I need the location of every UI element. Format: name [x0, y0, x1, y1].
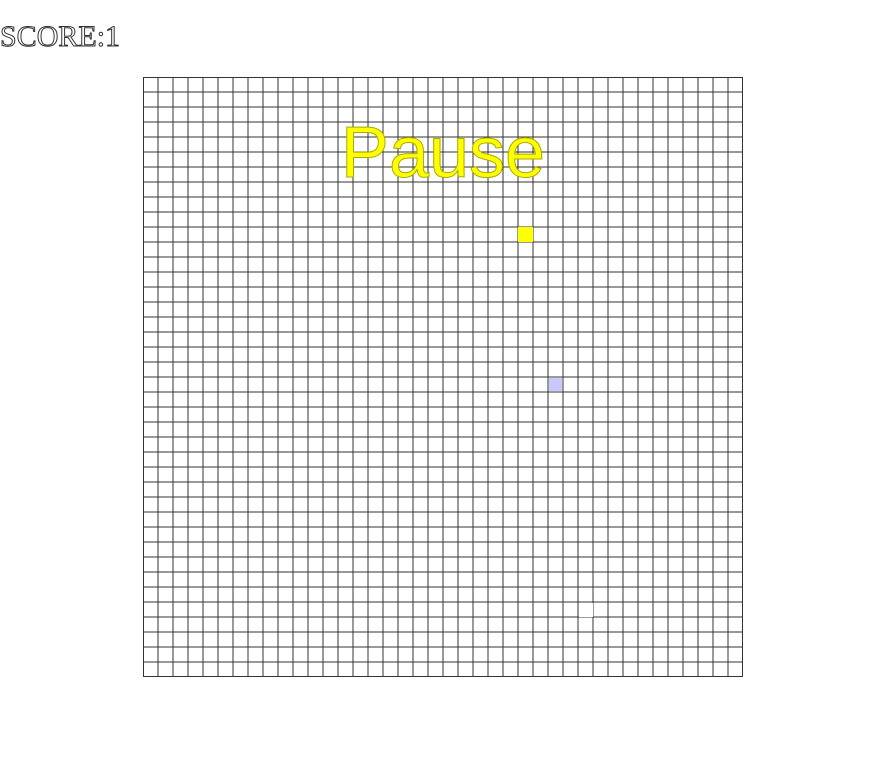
score-display: SCORE:1: [0, 20, 121, 54]
grid-canvas: [143, 77, 743, 677]
food-pellet: [518, 227, 533, 242]
game-board[interactable]: Pause: [143, 77, 743, 677]
game-screen: SCORE:1 Pause: [0, 0, 888, 776]
grid-lines: [143, 77, 743, 677]
highlight-cell: [549, 378, 562, 391]
grid-line-path: [143, 77, 743, 677]
snake-head: [579, 603, 593, 617]
